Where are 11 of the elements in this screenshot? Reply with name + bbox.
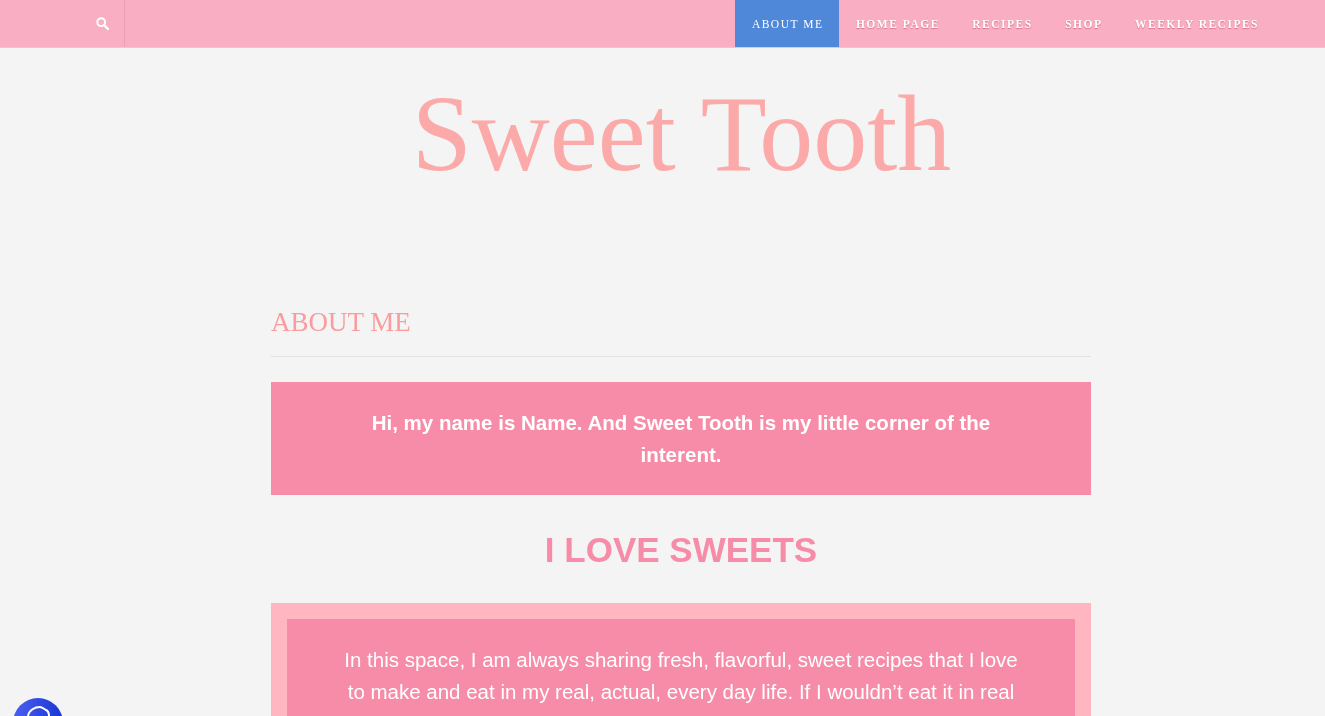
nav-link[interactable]: HOME PAGE [839,0,956,47]
section-heading: I LOVE SWEETS [543,529,819,571]
body-paragraph: In this space, I am always sharing fresh, flavorful, sweet recipes that I love to make and eat in my real, actual, every day life. If I wouldn’t eat it in real [343,647,1019,705]
nav-link[interactable]: SHOP [1048,0,1119,47]
intro-banner: Hi, my name is Name. And Sweet Tooth is my little corner of the interent. [271,382,1091,495]
nav-link[interactable]: RECIPES [955,0,1049,47]
page-heading: ABOUT ME [271,306,1091,357]
nav-link[interactable]: ABOUT ME [735,0,840,47]
site-title: Sweet Tooth [410,73,953,195]
round-badge-icon[interactable] [13,698,63,716]
nav-link[interactable]: WEEKLY RECIPES [1118,0,1275,47]
